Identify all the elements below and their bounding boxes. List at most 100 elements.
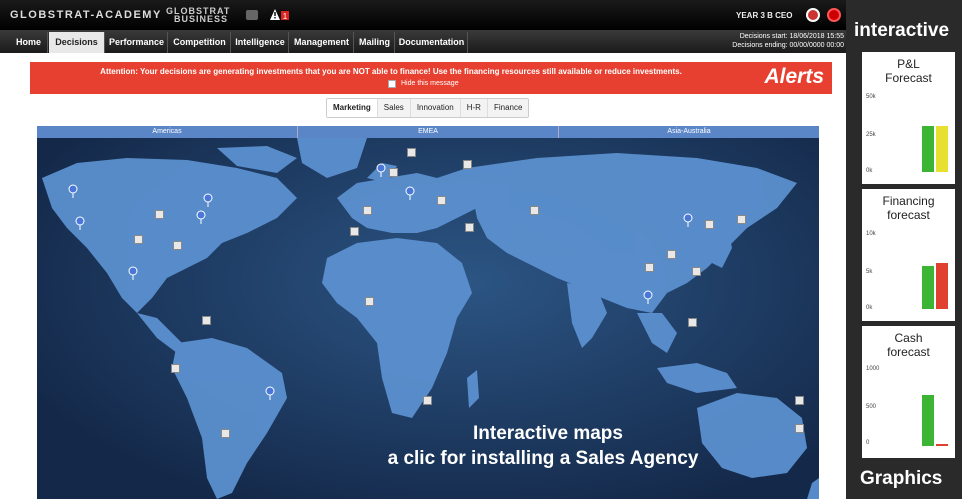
interactive-annotation: interactive: [854, 20, 950, 41]
financing-forecast-title-2: forecast: [887, 208, 930, 222]
chat-icon[interactable]: [246, 10, 258, 20]
map-caption-subtitle: a clic for installing a Sales Agency: [387, 448, 699, 469]
sales-agency-pin-icon[interactable]: [68, 184, 78, 198]
region-asia-australia[interactable]: Asia-Australia: [559, 126, 819, 138]
financing-bar-red: [936, 262, 948, 309]
agency-marker[interactable]: [134, 235, 143, 244]
main-content: Attention: Your decisions are generating…: [0, 53, 846, 499]
cash-tick: 0: [866, 440, 870, 446]
region-header: Americas EMEA Asia-Australia: [37, 126, 819, 138]
cash-tick: 1000: [866, 366, 880, 372]
hide-message-label: Hide this message: [401, 80, 459, 87]
sales-agency-pin-icon[interactable]: [265, 386, 275, 400]
cash-forecast-title-1: Cash: [894, 331, 923, 345]
agency-marker[interactable]: [645, 263, 654, 272]
region-americas[interactable]: Americas: [37, 126, 298, 138]
brand2-line2: BUSINESS: [174, 14, 229, 24]
agency-marker[interactable]: [155, 210, 164, 219]
agency-marker[interactable]: [423, 396, 432, 405]
brand-logo: GLOBSTRAT-ACADEMY: [10, 9, 162, 21]
cash-forecast-card[interactable]: Cash forecast 1000 500 0: [862, 326, 955, 458]
agency-marker[interactable]: [407, 148, 416, 157]
main-nav: Home Decisions Performance Competition I…: [0, 30, 846, 53]
sales-agency-pin-icon[interactable]: [683, 213, 693, 227]
financing-tick: 10k: [866, 231, 876, 237]
pl-tick: 25k: [866, 132, 876, 138]
year-label: YEAR 3 B CEO: [736, 11, 793, 20]
brand-secondary: GLOBSTRAT BUSINESS: [166, 7, 230, 24]
sub-tabs: Marketing Sales Innovation H-R Finance: [326, 98, 530, 118]
pl-forecast-title-1: P&L: [897, 57, 920, 71]
alert-message: Attention: Your decisions are generating…: [100, 67, 682, 76]
hide-message-checkbox[interactable]: [388, 80, 396, 88]
region-emea[interactable]: EMEA: [298, 126, 559, 138]
logout-icon[interactable]: [827, 8, 841, 22]
sales-agency-pin-icon[interactable]: [405, 186, 415, 200]
subtab-sales[interactable]: Sales: [378, 99, 411, 117]
nav-tab-decisions[interactable]: Decisions: [49, 32, 105, 53]
sales-agency-pin-icon[interactable]: [128, 266, 138, 280]
agency-marker[interactable]: [530, 206, 539, 215]
agency-marker[interactable]: [688, 318, 697, 327]
map-caption-title: Interactive maps: [473, 423, 623, 444]
top-bar: GLOBSTRAT-ACADEMY GLOBSTRAT BUSINESS 1 Y…: [0, 0, 846, 30]
nav-tab-documentation[interactable]: Documentation: [396, 32, 468, 53]
agency-marker[interactable]: [795, 396, 804, 405]
agency-marker[interactable]: [171, 364, 180, 373]
agency-marker[interactable]: [705, 220, 714, 229]
forecast-sidebar: interactive P&L Forecast 50k 25k 0k Fina…: [846, 0, 962, 499]
agency-marker[interactable]: [463, 160, 472, 169]
agency-marker[interactable]: [465, 223, 474, 232]
agency-marker[interactable]: [350, 227, 359, 236]
nav-tab-intelligence[interactable]: Intelligence: [232, 32, 289, 53]
pl-bar-green: [922, 125, 934, 172]
language-flag-icon[interactable]: [806, 8, 820, 22]
agency-marker[interactable]: [692, 267, 701, 276]
alerts-annotation: Alerts: [764, 65, 824, 88]
subtab-finance[interactable]: Finance: [488, 99, 528, 117]
alert-count: 1: [283, 12, 288, 21]
sales-agency-pin-icon[interactable]: [75, 216, 85, 230]
agency-marker[interactable]: [365, 297, 374, 306]
decisions-ending: Decisions ending: 00/00/0000 00:00: [732, 42, 844, 49]
financing-bar-green: [922, 265, 934, 309]
sales-agency-pin-icon[interactable]: [203, 193, 213, 207]
sales-agency-pin-icon[interactable]: [376, 163, 386, 177]
pl-forecast-card[interactable]: P&L Forecast 50k 25k 0k: [862, 52, 955, 184]
decisions-start: Decisions start: 18/06/2018 15:55: [739, 33, 844, 40]
cash-bar-red: [936, 444, 948, 446]
financing-tick: 5k: [866, 269, 873, 275]
financing-forecast-card[interactable]: Financing forecast 10k 5k 0k: [862, 189, 955, 321]
agency-marker[interactable]: [389, 168, 398, 177]
sales-agency-pin-icon[interactable]: [643, 290, 653, 304]
alert-banner: Attention: Your decisions are generating…: [30, 62, 832, 94]
sales-agency-pin-icon[interactable]: [196, 210, 206, 224]
agency-marker[interactable]: [437, 196, 446, 205]
agency-marker[interactable]: [173, 241, 182, 250]
graphics-annotation: Graphics: [860, 468, 943, 489]
subtab-hr[interactable]: H-R: [461, 99, 488, 117]
pl-forecast-title-2: Forecast: [885, 71, 932, 85]
nav-tab-performance[interactable]: Performance: [106, 32, 168, 53]
cash-bar-green: [922, 395, 934, 446]
nav-tab-home[interactable]: Home: [10, 32, 48, 53]
financing-tick: 0k: [866, 305, 873, 311]
decisions-dates: Decisions start: 18/06/2018 15:55 Decisi…: [732, 32, 844, 50]
subtab-innovation[interactable]: Innovation: [411, 99, 461, 117]
pl-tick: 0k: [866, 168, 873, 174]
pl-bar-yellow: [936, 125, 948, 172]
alert-icon[interactable]: 1: [270, 9, 290, 21]
nav-tab-management[interactable]: Management: [290, 32, 354, 53]
world-map[interactable]: Interactive maps a clic for installing a…: [37, 138, 819, 499]
agency-marker[interactable]: [737, 215, 746, 224]
agency-marker[interactable]: [202, 316, 211, 325]
cash-forecast-title-2: forecast: [887, 345, 930, 359]
pl-tick: 50k: [866, 94, 876, 100]
financing-forecast-title-1: Financing: [882, 194, 935, 208]
nav-tab-competition[interactable]: Competition: [169, 32, 231, 53]
cash-tick: 500: [866, 404, 877, 410]
agency-marker[interactable]: [363, 206, 372, 215]
nav-tab-mailing[interactable]: Mailing: [355, 32, 395, 53]
agency-marker[interactable]: [667, 250, 676, 259]
subtab-marketing[interactable]: Marketing: [327, 99, 378, 117]
